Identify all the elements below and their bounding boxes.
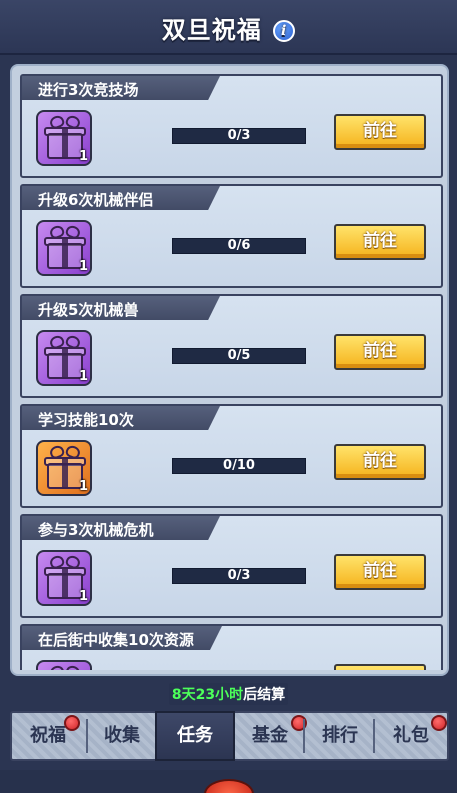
progress-bar: 0/5 [172,348,306,364]
tab-collect[interactable]: 收集 [88,713,156,759]
task-label: 进行3次竞技场 [38,81,139,99]
progress-bar: 0/3 [172,128,306,144]
task-label: 升级6次机械伴侣 [38,191,154,209]
tab-label: 任务 [177,725,213,746]
go-button[interactable]: 前往 [334,554,426,590]
tab-label: 收集 [104,725,140,746]
settlement-timer: 8天23小时后结算 [0,683,457,705]
tab-fund[interactable]: 基金 [235,713,307,759]
task-label: 学习技能10次 [38,411,134,429]
task-card: 学习技能10次 1 0/10 前往 [20,404,443,508]
progress-text: 0/3 [227,568,251,583]
gift-box-icon[interactable] [36,660,92,670]
progress-bar: 0/10 [172,458,306,474]
tab-ranking[interactable]: 排行 [305,713,375,759]
go-button[interactable]: 前往 [334,224,426,260]
task-label: 升级5次机械兽 [38,301,139,319]
progress-text: 0/10 [223,458,255,473]
task-card: 升级5次机械兽 1 0/5 前往 [20,294,443,398]
task-list[interactable]: 进行3次竞技场 1 0/3 前往 升级6次机械伴侣 1 0/6 前往 升级5次机… [20,74,443,670]
progress-text: 0/3 [227,128,251,143]
progress-text: 0/6 [227,238,251,253]
reward-quantity: 1 [78,149,88,164]
reward-quantity: 1 [78,589,88,604]
header-bar: 双旦祝福 i [0,0,457,55]
progress-text: 0/5 [227,348,251,363]
reward-quantity: 1 [78,479,88,494]
task-card: 在后街中收集10次资源 [20,624,443,670]
timer-suffix: 后结算 [243,687,286,703]
go-button[interactable] [334,664,426,670]
tab-label: 祝福 [30,725,66,746]
task-label: 参与3次机械危机 [38,521,154,539]
progress-bar: 0/6 [172,238,306,254]
gift-box-icon[interactable]: 1 [36,220,92,276]
go-button[interactable]: 前往 [334,114,426,150]
tab-bar: 祝福 收集 任务 基金 排行 礼包 [10,711,449,761]
task-card: 进行3次竞技场 1 0/3 前往 [20,74,443,178]
tab-label: 基金 [252,725,288,746]
timer-remaining: 8天23小时 [171,687,244,703]
reward-quantity: 1 [78,259,88,274]
task-label: 在后街中收集10次资源 [38,631,194,649]
red-dot-badge [64,715,80,731]
tab-label: 礼包 [393,725,429,746]
task-panel: 进行3次竞技场 1 0/3 前往 升级6次机械伴侣 1 0/6 前往 升级5次机… [10,64,449,676]
timer-box: 8天23小时后结算 [168,683,289,705]
page-title: 双旦祝福 i [0,10,457,45]
progress-bar: 0/3 [172,568,306,584]
tab-gift-pack[interactable]: 礼包 [375,713,447,759]
task-card: 升级6次机械伴侣 1 0/6 前往 [20,184,443,288]
tab-tasks[interactable]: 任务 [155,711,235,761]
task-card: 参与3次机械危机 1 0/3 前往 [20,514,443,618]
gift-box-icon[interactable]: 1 [36,110,92,166]
go-button[interactable]: 前往 [334,334,426,370]
gift-box-icon[interactable]: 1 [36,440,92,496]
page-title-text: 双旦祝福 [161,16,262,44]
info-icon[interactable]: i [273,20,296,42]
tab-label: 排行 [322,725,358,746]
go-button[interactable]: 前往 [334,444,426,480]
red-dot-badge [431,715,447,731]
gift-box-icon[interactable]: 1 [36,550,92,606]
tab-blessing[interactable]: 祝福 [12,713,84,759]
gift-box-icon[interactable]: 1 [36,330,92,386]
reward-quantity: 1 [78,369,88,384]
